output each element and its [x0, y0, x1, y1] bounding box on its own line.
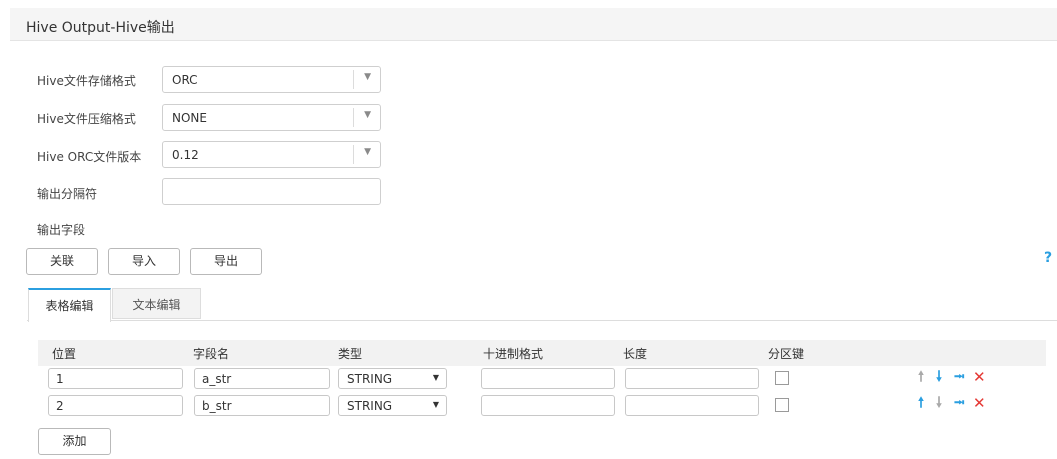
- orc-version-value: 0.12: [172, 148, 199, 162]
- length-input[interactable]: [625, 395, 759, 416]
- partition-key-checkbox[interactable]: [775, 371, 789, 385]
- column-header-field-name: 字段名: [193, 347, 230, 361]
- decimal-format-input[interactable]: [481, 395, 615, 416]
- chevron-down-icon: ▼: [432, 373, 439, 382]
- field-name-input[interactable]: a_str: [194, 368, 330, 389]
- table-header: 位置 字段名 类型 十进制格式 长度 分区键: [38, 340, 1046, 366]
- storage-format-value: ORC: [172, 73, 198, 87]
- arrow-down-icon[interactable]: 🠗: [936, 369, 942, 385]
- select-separator: [353, 108, 354, 127]
- select-separator: [353, 145, 354, 164]
- position-input[interactable]: 2: [48, 395, 183, 416]
- tab-divider: [27, 320, 1057, 321]
- storage-format-label: Hive文件存储格式: [37, 74, 136, 88]
- associate-button[interactable]: 关联: [26, 248, 98, 275]
- delimiter-input[interactable]: [162, 178, 381, 205]
- select-separator: [353, 70, 354, 89]
- panel-title: Hive Output-Hive输出: [26, 20, 175, 36]
- export-button[interactable]: 导出: [190, 248, 262, 275]
- column-header-partition-key: 分区键: [768, 347, 805, 361]
- position-value: 1: [56, 372, 64, 386]
- field-name-value: b_str: [202, 399, 232, 413]
- type-value: STRING: [347, 372, 393, 386]
- tab-text-edit[interactable]: 文本编辑: [112, 288, 201, 319]
- decimal-format-input[interactable]: [481, 368, 615, 389]
- column-header-position: 位置: [52, 347, 77, 361]
- insert-row-icon[interactable]: ⭲: [954, 395, 965, 411]
- panel-header: Hive Output-Hive输出: [10, 8, 1057, 41]
- type-select[interactable]: STRING ▼: [338, 368, 447, 389]
- chevron-down-icon: ▼: [364, 147, 371, 157]
- type-select[interactable]: STRING ▼: [338, 395, 447, 416]
- output-fields-label: 输出字段: [37, 223, 86, 237]
- field-name-value: a_str: [202, 372, 232, 386]
- position-input[interactable]: 1: [48, 368, 183, 389]
- length-input[interactable]: [625, 368, 759, 389]
- chevron-down-icon: ▼: [364, 72, 371, 82]
- column-header-decimal-format: 十进制格式: [483, 347, 544, 361]
- insert-row-icon[interactable]: ⭲: [954, 369, 965, 385]
- chevron-down-icon: ▼: [364, 110, 371, 120]
- storage-format-select[interactable]: ORC ▼: [162, 66, 381, 93]
- field-name-input[interactable]: b_str: [194, 395, 330, 416]
- type-value: STRING: [347, 399, 393, 413]
- delete-icon[interactable]: ✕: [973, 369, 986, 385]
- arrow-up-icon[interactable]: 🠕: [918, 395, 924, 411]
- delete-icon[interactable]: ✕: [973, 395, 986, 411]
- help-icon[interactable]: ?: [1044, 250, 1052, 266]
- delimiter-label: 输出分隔符: [37, 187, 98, 201]
- import-button[interactable]: 导入: [108, 248, 180, 275]
- orc-version-select[interactable]: 0.12 ▼: [162, 141, 381, 168]
- orc-version-label: Hive ORC文件版本: [37, 150, 142, 164]
- compression-format-select[interactable]: NONE ▼: [162, 104, 381, 131]
- row-actions: 🠕 🠗 ⭲ ✕: [918, 395, 998, 413]
- row-actions: 🠕 🠗 ⭲ ✕: [918, 369, 998, 387]
- arrow-down-icon[interactable]: 🠗: [936, 395, 942, 411]
- chevron-down-icon: ▼: [432, 400, 439, 409]
- compression-format-value: NONE: [172, 111, 207, 125]
- column-header-length: 长度: [623, 347, 648, 361]
- add-row-button[interactable]: 添加: [38, 428, 111, 455]
- partition-key-checkbox[interactable]: [775, 398, 789, 412]
- position-value: 2: [56, 399, 64, 413]
- arrow-up-icon[interactable]: 🠕: [918, 369, 924, 385]
- column-header-type: 类型: [338, 347, 363, 361]
- tab-table-edit[interactable]: 表格编辑: [28, 288, 111, 322]
- compression-format-label: Hive文件压缩格式: [37, 112, 136, 126]
